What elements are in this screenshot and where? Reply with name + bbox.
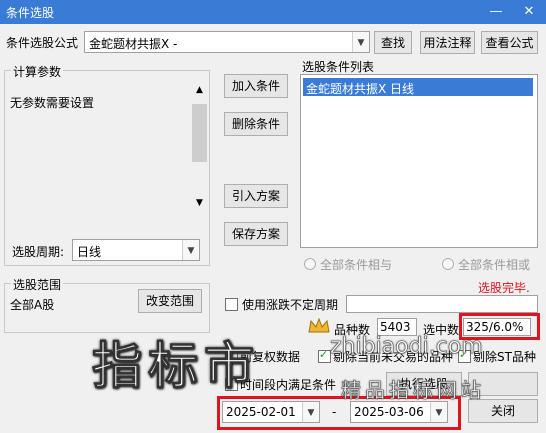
- change-range-button[interactable]: 改变范围: [138, 289, 202, 313]
- period-select[interactable]: 日线 ▼: [72, 239, 200, 261]
- scroll-down-icon[interactable]: ▼: [191, 195, 208, 212]
- params-title: 计算参数: [11, 63, 64, 80]
- delete-condition-button[interactable]: 删除条件: [224, 112, 288, 136]
- or-radio[interactable]: [442, 258, 454, 270]
- condition-item[interactable]: 金蛇题材共振X 日线: [303, 78, 533, 96]
- conditions-list[interactable]: 金蛇题材共振X 日线: [300, 74, 538, 248]
- save-plan-button[interactable]: 保存方案: [224, 222, 288, 246]
- chevron-down-icon[interactable]: ▼: [352, 32, 369, 52]
- uncertain-period-label: 使用涨跌不定周期: [242, 298, 339, 312]
- watermark-site: zhibiaodi.com: [330, 334, 483, 360]
- period-value: 日线: [77, 245, 102, 259]
- find-button[interactable]: 查找: [374, 31, 412, 54]
- params-text: 无参数需要设置: [10, 96, 95, 110]
- range-title: 选股范围: [11, 276, 64, 293]
- usage-button[interactable]: 用法注释: [420, 31, 475, 54]
- close-window-icon[interactable]: ✕: [519, 2, 539, 22]
- formula-select[interactable]: 金蛇题材共振X - ▼: [84, 31, 370, 53]
- period-label: 选股周期:: [12, 245, 65, 259]
- minimize-icon[interactable]: —: [486, 2, 506, 22]
- window-title: 条件选股: [6, 6, 55, 20]
- range-value: 全部A股: [10, 298, 55, 312]
- or-radio-label: 全部条件相或: [458, 258, 531, 272]
- uncertain-period-checkbox[interactable]: [225, 298, 238, 311]
- crown-icon: [308, 317, 330, 334]
- formula-label: 条件选股公式: [6, 36, 79, 50]
- watermark-big: 指标市: [92, 337, 260, 396]
- count-value: 5403: [380, 320, 411, 334]
- condition-item-label: 金蛇题材共振X 日线: [306, 82, 415, 96]
- params-scrollbar[interactable]: ▲ ▼: [191, 82, 208, 212]
- uncertain-period-input[interactable]: [346, 295, 538, 313]
- formula-value: 金蛇题材共振X -: [89, 37, 178, 51]
- add-condition-button[interactable]: 加入条件: [224, 74, 288, 98]
- import-plan-button[interactable]: 引入方案: [224, 184, 288, 208]
- status-text: 选股完毕.: [478, 281, 530, 295]
- title-bar: 条件选股 — ✕: [0, 0, 546, 24]
- conditions-title: 选股条件列表: [302, 60, 375, 74]
- and-radio-label: 全部条件相与: [320, 258, 393, 272]
- watermark-site-cn: 精品指标网站: [341, 378, 485, 403]
- scroll-up-icon[interactable]: ▲: [191, 82, 208, 99]
- view-formula-button[interactable]: 查看公式: [481, 31, 538, 54]
- and-radio[interactable]: [304, 258, 316, 270]
- chevron-down-icon[interactable]: ▼: [182, 240, 199, 260]
- scroll-thumb[interactable]: [192, 104, 207, 162]
